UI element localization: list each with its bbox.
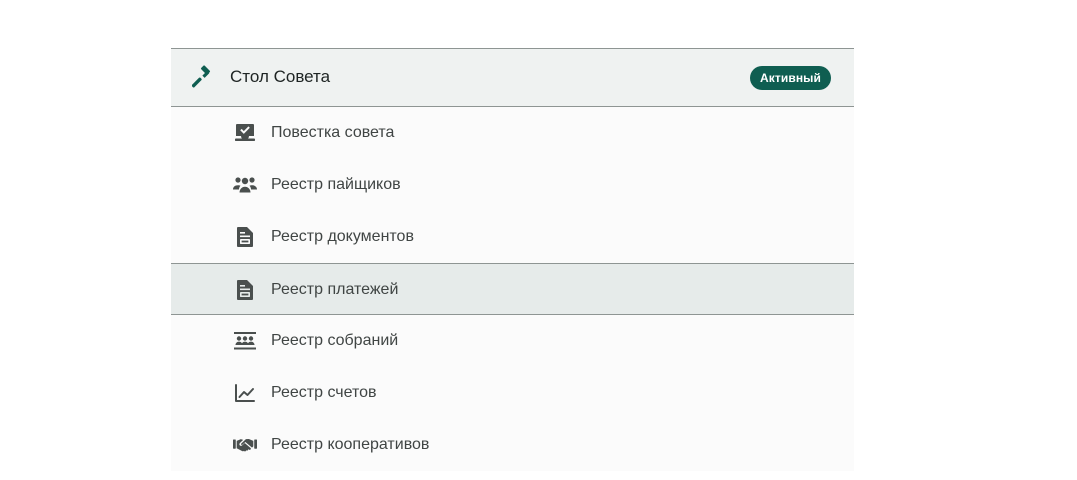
document-icon bbox=[233, 226, 257, 248]
menu-item-documents[interactable]: Реестр документов bbox=[171, 211, 854, 263]
menu-item-cooperatives[interactable]: Реестр кооперативов bbox=[171, 419, 854, 471]
gavel-icon bbox=[192, 65, 216, 89]
menu-item-label: Реестр счетов bbox=[271, 384, 377, 401]
people-icon bbox=[233, 174, 257, 196]
document-icon bbox=[233, 279, 257, 301]
menu-item-agenda[interactable]: Повестка совета bbox=[171, 107, 854, 159]
council-header[interactable]: Стол Совета Активный bbox=[171, 49, 854, 107]
menu-item-label: Повестка совета bbox=[271, 124, 395, 141]
menu-item-label: Реестр документов bbox=[271, 228, 414, 245]
council-menu: Стол Совета Активный Повестка совета Рее… bbox=[171, 48, 854, 471]
menu-item-label: Реестр собраний bbox=[271, 332, 399, 349]
inbox-check-icon bbox=[233, 122, 257, 144]
chart-line-icon bbox=[233, 382, 257, 404]
handshake-icon bbox=[233, 434, 257, 456]
menu-item-shareholders[interactable]: Реестр пайщиков bbox=[171, 159, 854, 211]
menu-item-label: Реестр кооперативов bbox=[271, 436, 430, 453]
menu-item-payments[interactable]: Реестр платежей bbox=[171, 263, 854, 315]
meeting-icon bbox=[233, 330, 257, 352]
menu-item-meetings[interactable]: Реестр собраний bbox=[171, 315, 854, 367]
menu-item-label: Реестр пайщиков bbox=[271, 176, 401, 193]
menu-item-label: Реестр платежей bbox=[271, 281, 399, 298]
section-title: Стол Совета bbox=[230, 67, 331, 86]
status-badge: Активный bbox=[750, 66, 831, 90]
menu-item-accounts[interactable]: Реестр счетов bbox=[171, 367, 854, 419]
